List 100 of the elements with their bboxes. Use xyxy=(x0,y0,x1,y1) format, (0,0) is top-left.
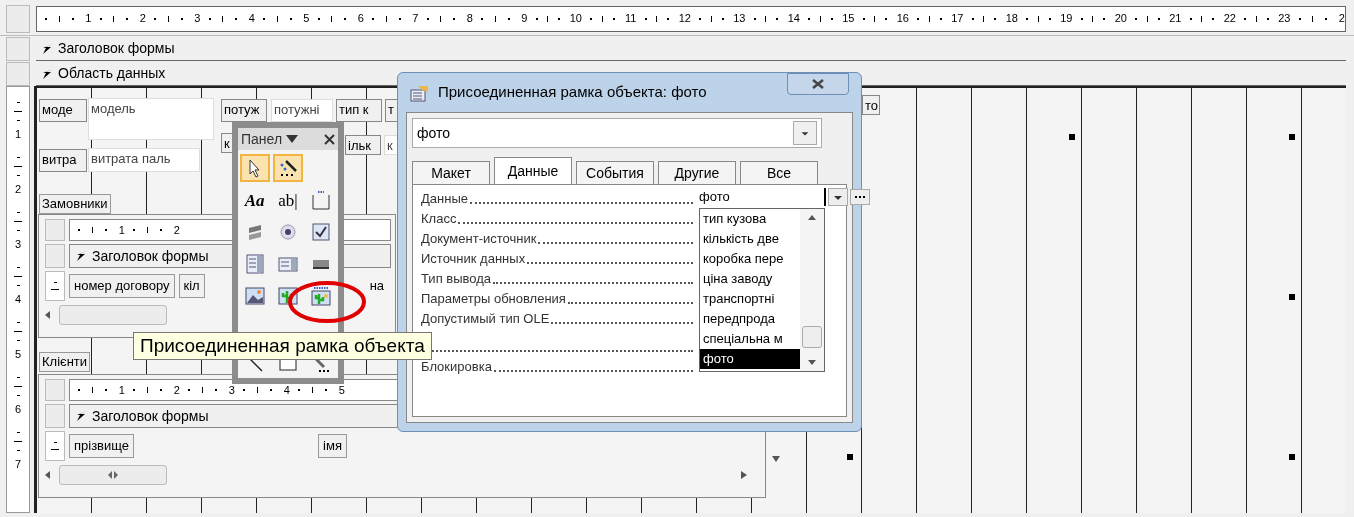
tab[interactable]: Макет xyxy=(412,161,490,184)
label-tool-icon: Aa xyxy=(244,191,265,209)
dropdown-option[interactable]: коробка пере xyxy=(700,249,800,269)
image-icon xyxy=(243,285,266,307)
field-label: к xyxy=(221,133,233,153)
tab[interactable]: Другие xyxy=(658,161,736,184)
ruler-number: 9 xyxy=(521,13,528,24)
field-label: кіл xyxy=(178,274,205,298)
command-button-icon xyxy=(312,258,331,270)
field-label: ільк xyxy=(345,135,381,155)
tool-button[interactable]: ab| xyxy=(273,186,303,214)
selector-box xyxy=(45,379,65,401)
property-value-field[interactable]: фото xyxy=(698,188,826,206)
selection-handle xyxy=(1289,134,1295,140)
close-icon xyxy=(324,133,335,145)
ruler-number: 2 xyxy=(173,384,180,396)
selection-handle xyxy=(1069,134,1075,140)
ruler-number: 5 xyxy=(14,349,22,360)
field-label: імя xyxy=(318,434,347,458)
dropdown-option[interactable]: фото xyxy=(700,349,800,369)
vertical-ruler xyxy=(45,431,65,461)
ruler-number: 19 xyxy=(1060,13,1073,24)
ruler-number: 2 xyxy=(1338,13,1345,24)
frame-icon xyxy=(310,189,333,211)
property-label: Данные xyxy=(421,190,468,208)
ruler-number: 20 xyxy=(1114,13,1127,24)
ruler-number: 2 xyxy=(14,184,22,195)
checkbox-icon xyxy=(310,221,333,243)
property-label: Блокировка xyxy=(421,358,492,376)
ruler-number: 6 xyxy=(357,13,364,24)
section-title: Заголовок формы xyxy=(92,246,209,266)
dropdown-option[interactable]: транспортні xyxy=(700,289,800,309)
selector-box xyxy=(6,62,30,86)
property-label: Допустимый тип OLE xyxy=(421,310,550,328)
tool-button[interactable] xyxy=(273,154,303,182)
ruler-number: 1 xyxy=(118,384,125,396)
ruler-number: 3 xyxy=(14,239,22,250)
scroll-left-icon xyxy=(45,471,51,479)
ruler-number: 6 xyxy=(14,404,22,415)
dropdown-arrow-icon xyxy=(286,135,299,143)
toolbox-title: Панел xyxy=(241,129,283,149)
ruler-number: 8 xyxy=(466,13,473,24)
field-label: тип к xyxy=(336,99,382,122)
selector-box xyxy=(45,244,65,268)
section-title: Область данных xyxy=(58,64,166,83)
dropdown-option[interactable]: ціна заводу xyxy=(700,269,800,289)
ruler-number: 7 xyxy=(412,13,419,24)
scroll-right-icon xyxy=(741,471,747,479)
ruler-number: 13 xyxy=(733,13,746,24)
section-title: Заголовок формы xyxy=(92,406,209,426)
section-title: Заголовок формы xyxy=(58,39,175,58)
ruler-number: 21 xyxy=(1169,13,1182,24)
tab[interactable]: Все xyxy=(740,161,818,184)
dropdown-option[interactable]: передпрода xyxy=(700,309,800,329)
grip-icon xyxy=(107,471,119,479)
ruler-number: 1 xyxy=(14,129,22,140)
selection-handle xyxy=(1289,294,1295,300)
property-label: Тип вывода xyxy=(421,270,492,288)
window-title: Присоединенная рамка объекта: фото xyxy=(438,82,707,103)
close-button[interactable] xyxy=(787,73,849,95)
field-label: прізвище xyxy=(69,434,135,458)
selection-handle xyxy=(1289,454,1295,460)
close-icon xyxy=(812,79,824,89)
field-label: то xyxy=(862,95,880,115)
dropdown-option[interactable]: тип кузова xyxy=(700,209,800,229)
ruler-number: 4 xyxy=(283,384,290,396)
ruler-number: 22 xyxy=(1223,13,1236,24)
ruler-number: 3 xyxy=(228,384,235,396)
cactus-frame-icon xyxy=(310,285,333,307)
ruler-number: 5 xyxy=(303,13,310,24)
ruler-number: 15 xyxy=(842,13,855,24)
ruler-number: 2 xyxy=(173,224,180,236)
ruler-number: 2 xyxy=(139,13,146,24)
ruler-number: 5 xyxy=(338,384,345,396)
tool-button[interactable]: Aa xyxy=(239,186,270,214)
property-label: Класс xyxy=(421,210,457,228)
property-label: Источник данных xyxy=(421,250,526,268)
scroll-down-icon xyxy=(808,360,816,365)
field-label: на xyxy=(368,277,386,295)
ruler-number: 1 xyxy=(85,13,92,24)
ruler-number: 11 xyxy=(625,13,637,24)
object-combobox[interactable]: фото xyxy=(412,118,822,148)
property-label: Документ-источник xyxy=(421,230,537,248)
radio-icon xyxy=(277,221,299,243)
dropdown-option[interactable]: спеціальна м xyxy=(700,329,800,349)
ruler-number: 17 xyxy=(951,13,964,24)
tab[interactable]: Данные xyxy=(494,157,572,185)
textbox-tool-icon: ab| xyxy=(278,191,298,209)
ruler-number: 12 xyxy=(678,13,691,24)
ruler-number: 7 xyxy=(14,459,22,470)
subform-caption: Замовники xyxy=(39,194,111,214)
tooltip: Присоединенная рамка объекта xyxy=(133,332,432,360)
dropdown-option[interactable]: кількість две xyxy=(700,229,800,249)
ruler-number: 16 xyxy=(896,13,909,24)
field-label: витра xyxy=(39,149,87,172)
tab[interactable]: События xyxy=(576,161,654,184)
ruler-number: 1 xyxy=(118,224,125,236)
ruler-number: 10 xyxy=(569,13,582,24)
ruler-number: 3 xyxy=(194,13,201,24)
scroll-left-icon xyxy=(45,311,51,319)
